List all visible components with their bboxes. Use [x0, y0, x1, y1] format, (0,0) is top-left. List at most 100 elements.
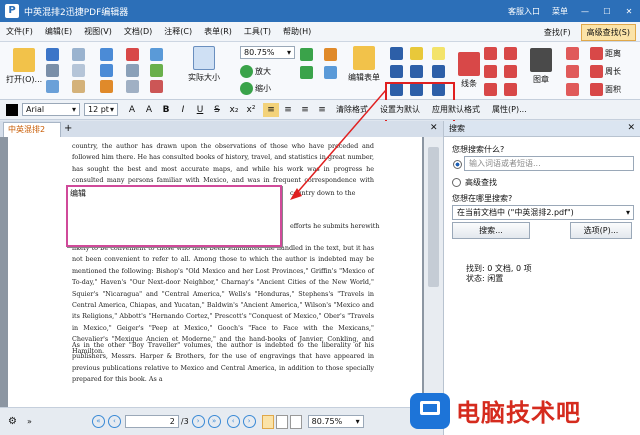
rotate-icon[interactable]: [300, 48, 313, 61]
clear-format-button[interactable]: 清除格式: [336, 104, 368, 115]
camera-icon[interactable]: [150, 48, 163, 61]
expand-icon[interactable]: »: [27, 417, 32, 426]
settings-gear-icon[interactable]: ⚙: [8, 416, 17, 427]
paste-icon[interactable]: [72, 80, 85, 93]
menu-document[interactable]: 文档(D): [118, 26, 158, 37]
close-tab-icon[interactable]: ✕: [430, 123, 438, 133]
copy-icon[interactable]: [72, 64, 85, 77]
strikethrough-icon[interactable]: S: [209, 103, 225, 117]
font-grow-icon[interactable]: A: [124, 103, 140, 117]
superscript-icon[interactable]: x²: [243, 103, 259, 117]
attach-file-icon[interactable]: [410, 65, 423, 78]
menu-help[interactable]: 帮助(H): [277, 26, 317, 37]
textbox-icon[interactable]: [390, 65, 403, 78]
single-page-icon[interactable]: [261, 414, 274, 429]
maximize-icon[interactable]: ☐: [596, 7, 618, 16]
vertical-scrollbar[interactable]: [424, 137, 443, 407]
justify-icon[interactable]: ≡: [314, 103, 330, 117]
redo-icon[interactable]: [100, 64, 113, 77]
crop-icon[interactable]: [150, 80, 163, 93]
fit-page-icon[interactable]: [324, 48, 337, 61]
note-icon[interactable]: [432, 47, 445, 60]
properties-button[interactable]: 属性(P)...: [492, 104, 527, 115]
radio-advanced[interactable]: [452, 178, 461, 187]
search-input[interactable]: 输入词语或者短语...: [464, 156, 634, 171]
font-shrink-icon[interactable]: A: [141, 103, 157, 117]
link-icon[interactable]: [126, 48, 139, 61]
underline-icon[interactable]: U: [192, 103, 208, 117]
hand-tool-icon[interactable]: [126, 64, 139, 77]
status-zoom-combo[interactable]: 80.75% ▾: [307, 415, 364, 428]
menu-file[interactable]: 文件(F): [0, 26, 39, 37]
zoom-combo[interactable]: 80.75% ▾: [240, 46, 295, 59]
perimeter-button[interactable]: 周长: [590, 65, 621, 78]
refresh-icon[interactable]: [300, 66, 313, 79]
set-default-button[interactable]: 设置为默认: [380, 104, 420, 115]
subscript-icon[interactable]: x₂: [226, 103, 242, 117]
facing-page-icon[interactable]: [289, 414, 302, 429]
stamp-button[interactable]: 图章: [530, 48, 552, 85]
paperclip-icon[interactable]: [432, 65, 445, 78]
cut-icon[interactable]: [72, 48, 85, 61]
search-button[interactable]: 搜索...: [452, 222, 530, 239]
cloud-icon[interactable]: [504, 83, 517, 96]
distance-button[interactable]: 距离: [590, 47, 621, 60]
advanced-find-button[interactable]: 高级查找(S): [580, 24, 636, 41]
customer-service-link[interactable]: 客服入口: [502, 6, 546, 17]
eraser-icon[interactable]: [566, 47, 579, 60]
menu-form[interactable]: 表单(R): [198, 26, 238, 37]
apply-default-button[interactable]: 应用默认格式: [432, 104, 480, 115]
align-left-icon[interactable]: ≡: [263, 102, 279, 117]
menu-button[interactable]: 菜单: [546, 6, 574, 17]
area-button[interactable]: 面积: [590, 83, 621, 96]
text-edit-box[interactable]: 编辑: [66, 185, 282, 247]
typewriter-icon[interactable]: [390, 47, 403, 60]
menu-comment[interactable]: 注释(C): [158, 26, 198, 37]
ellipse-icon[interactable]: [504, 65, 517, 78]
scrollbar-thumb[interactable]: [428, 147, 439, 287]
lines-button[interactable]: 线条: [458, 52, 480, 89]
bold-icon[interactable]: B: [158, 103, 174, 117]
rectangle-icon[interactable]: [484, 65, 497, 78]
menu-edit[interactable]: 编辑(E): [39, 26, 78, 37]
search-scope-select[interactable]: 在当前文档中 ("中英混排2.pdf") ▾: [452, 205, 634, 220]
search-doc-icon[interactable]: [100, 80, 113, 93]
prev-page-icon[interactable]: ‹: [107, 415, 121, 428]
actual-size-button[interactable]: 实际大小: [188, 46, 220, 83]
panel-close-icon[interactable]: ✕: [627, 123, 635, 133]
close-icon[interactable]: ✕: [618, 7, 640, 16]
text-tool-icon[interactable]: [410, 47, 423, 60]
radio-keyword[interactable]: [453, 160, 462, 169]
align-right-icon[interactable]: ≡: [297, 103, 313, 117]
email-icon[interactable]: [46, 80, 59, 93]
arrow-icon[interactable]: [484, 47, 497, 60]
polyline-icon[interactable]: [484, 83, 497, 96]
color-swatch[interactable]: [6, 103, 18, 116]
zoom-out-button[interactable]: 缩小: [240, 82, 271, 95]
next-page-icon[interactable]: ›: [191, 415, 205, 428]
font-size-combo[interactable]: 12 pt ▾: [84, 103, 118, 116]
minimize-icon[interactable]: —: [574, 7, 596, 16]
new-tab-icon[interactable]: +: [64, 123, 72, 134]
polygon-icon[interactable]: [504, 47, 517, 60]
back-icon[interactable]: ‹: [226, 415, 240, 428]
italic-icon[interactable]: I: [175, 103, 191, 117]
menu-tools[interactable]: 工具(T): [238, 26, 277, 37]
menu-view[interactable]: 视图(V): [78, 26, 118, 37]
forward-icon[interactable]: ›: [242, 415, 256, 428]
edit-form-button[interactable]: 编辑表单: [348, 46, 380, 83]
tab-document[interactable]: 中英混排2: [3, 122, 61, 137]
continuous-page-icon[interactable]: [275, 414, 288, 429]
save-icon[interactable]: [46, 48, 59, 61]
align-center-icon[interactable]: ≡: [280, 103, 296, 117]
fit-width-icon[interactable]: [324, 66, 337, 79]
zoom-in-button[interactable]: 放大: [240, 65, 271, 78]
print-icon[interactable]: [46, 64, 59, 77]
open-button[interactable]: 打开(O)...: [6, 48, 42, 85]
marker-icon[interactable]: [566, 83, 579, 96]
pencil-icon[interactable]: [566, 65, 579, 78]
options-button[interactable]: 选项(P)...: [570, 222, 632, 239]
first-page-icon[interactable]: «: [91, 415, 105, 428]
text-select-icon[interactable]: [150, 64, 163, 77]
advanced-search-option[interactable]: 高级查找: [452, 177, 497, 188]
